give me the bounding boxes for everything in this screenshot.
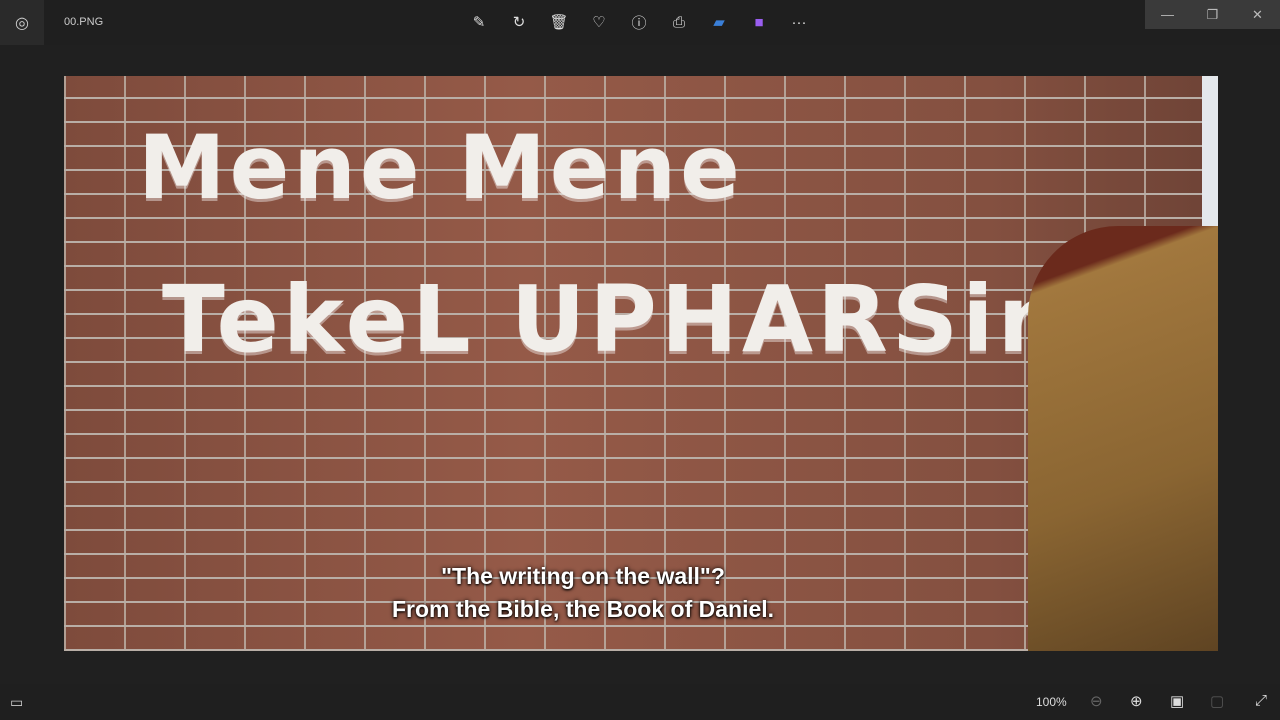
zoom-in-icon[interactable]: ⊕ <box>1130 692 1143 710</box>
print-button[interactable]: ⎙ <box>666 10 692 34</box>
subtitle-line-1: "The writing on the wall"? <box>441 563 725 589</box>
photo-view[interactable]: Mene Mene TekeL UPHARSin "The writing on… <box>64 76 1218 651</box>
file-name: 00.PNG <box>64 16 104 28</box>
favorite-button[interactable]: ♡ <box>586 10 612 34</box>
window-strip <box>1202 76 1218 226</box>
edit-image-button[interactable]: ✎ <box>466 10 492 34</box>
zoom-out-icon[interactable]: ⊖ <box>1090 692 1103 710</box>
window-controls: — ❐ ✕ <box>1145 0 1280 29</box>
close-button[interactable]: ✕ <box>1235 0 1280 29</box>
fullscreen-icon[interactable]: ⤢ <box>1255 692 1267 709</box>
status-bar: ▭ 100% ⊖ ⊕ ▣ ▢ ⤢ <box>0 684 1280 720</box>
graffiti-line-2: TekeL UPHARSin <box>162 266 1068 373</box>
toolbar: ✎ ↻ 🗑 ♡ ⓘ ⎙ ▰ ■ ··· <box>466 10 812 34</box>
fit-to-window-icon[interactable]: ▣ <box>1170 692 1184 710</box>
actual-size-icon[interactable]: ▢ <box>1210 692 1224 710</box>
clipchamp-button[interactable]: ▰ <box>706 10 732 34</box>
subtitle-line-2: From the Bible, the Book of Daniel. <box>391 596 775 622</box>
designer-button[interactable]: ■ <box>746 10 772 34</box>
filmstrip-toggle-icon[interactable]: ▭ <box>10 694 23 711</box>
maximize-button[interactable]: ❐ <box>1190 0 1235 29</box>
photos-icon[interactable]: ◎ <box>0 0 44 45</box>
graffiti-line-1: Mene Mene <box>138 116 744 219</box>
minimize-button[interactable]: — <box>1145 0 1190 29</box>
more-button[interactable]: ··· <box>786 10 812 34</box>
delete-button[interactable]: 🗑 <box>546 10 572 34</box>
rotate-button[interactable]: ↻ <box>506 10 532 34</box>
title-bar: ◎ 00.PNG ✎ ↻ 🗑 ♡ ⓘ ⎙ ▰ ■ ··· — ❐ ✕ <box>0 0 1280 45</box>
zoom-level[interactable]: 100% <box>1036 695 1067 709</box>
info-button[interactable]: ⓘ <box>626 10 652 34</box>
